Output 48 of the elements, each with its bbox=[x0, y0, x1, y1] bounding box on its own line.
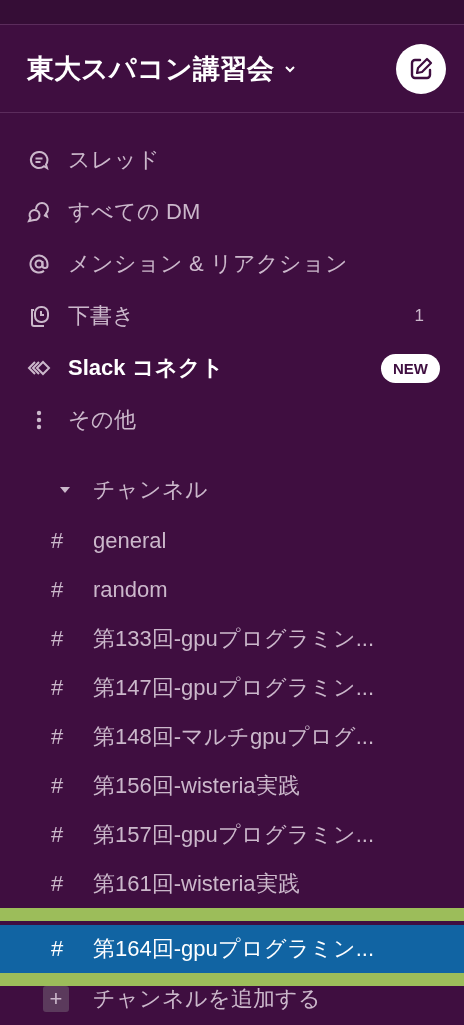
channel-item[interactable]: # 第148回-マルチgpuプログ... bbox=[0, 712, 464, 761]
section-header[interactable]: チャンネル bbox=[93, 475, 208, 505]
channel-item[interactable]: # random bbox=[0, 565, 464, 614]
compose-icon bbox=[408, 55, 434, 82]
hash-symbol: # bbox=[51, 772, 65, 799]
channel-name: 第148回-マルチgpuプログ... bbox=[93, 722, 375, 751]
sidebar-item[interactable]: すべての DM bbox=[68, 197, 201, 227]
add-icon: + bbox=[43, 986, 69, 1012]
hash-symbol: # bbox=[51, 723, 65, 750]
channel-name: 第164回-gpuプログラミン... bbox=[93, 935, 375, 963]
sidebar-item[interactable]: メンション & リアクション bbox=[68, 249, 348, 279]
channel-name: 第147回-gpuプログラミン... bbox=[93, 673, 375, 702]
channel-name: 第161回-wisteria実践 bbox=[93, 869, 300, 898]
sidebar-item[interactable]: 下書き bbox=[68, 301, 135, 331]
channel-item[interactable]: # 第157回-gpuプログラミン... bbox=[0, 810, 464, 859]
channel-item[interactable]: # 第156回-wisteria実践 bbox=[0, 761, 464, 810]
compose-button[interactable] bbox=[396, 43, 446, 94]
connect-icon bbox=[27, 359, 51, 377]
chat-bubbles-icon bbox=[27, 201, 51, 223]
hash-symbol: # bbox=[51, 936, 65, 962]
channel-item[interactable]: # 第161回-wisteria実践 bbox=[0, 859, 464, 908]
hash-symbol: # bbox=[51, 674, 65, 701]
sidebar-item[interactable]: スレッド bbox=[68, 145, 160, 175]
more-icon bbox=[36, 409, 42, 431]
channel-item[interactable]: # 第164回-gpuプログラミン... bbox=[0, 925, 464, 973]
channel-item[interactable]: # 第133回-gpuプログラミン... bbox=[0, 614, 464, 663]
new-badge: NEW bbox=[381, 353, 440, 383]
channel-name: 第133回-gpuプログラミン... bbox=[93, 624, 375, 653]
channel-item[interactable]: # general bbox=[0, 516, 464, 565]
channel-item[interactable]: # 第147回-gpuプログラミン... bbox=[0, 663, 464, 712]
channel-name: 第157回-gpuプログラミン... bbox=[93, 820, 375, 849]
workspace-menu[interactable]: 東大スパコン講習会 bbox=[27, 50, 274, 87]
hash-symbol: # bbox=[51, 625, 65, 652]
channel-name: random bbox=[93, 576, 168, 603]
hash-symbol: # bbox=[51, 821, 65, 848]
channel-name: 第156回-wisteria実践 bbox=[93, 771, 300, 800]
thread-icon bbox=[28, 149, 50, 171]
document-clock-icon bbox=[28, 305, 50, 327]
hash-symbol: # bbox=[51, 527, 65, 554]
sidebar-item[interactable]: Slack コネクト bbox=[68, 353, 224, 383]
add-channel-link[interactable]: チャンネルを追加する bbox=[93, 986, 321, 1012]
hash-symbol: # bbox=[51, 576, 65, 603]
sidebar-item[interactable]: その他 bbox=[68, 405, 136, 435]
chevron-down-icon bbox=[284, 64, 296, 73]
at-sign-icon bbox=[28, 253, 50, 275]
channel-name: general bbox=[93, 527, 167, 554]
item-count: 1 bbox=[414, 306, 424, 326]
hash-symbol: # bbox=[51, 870, 65, 897]
